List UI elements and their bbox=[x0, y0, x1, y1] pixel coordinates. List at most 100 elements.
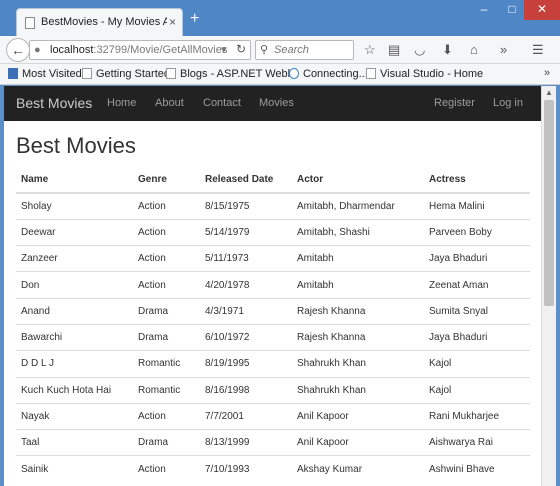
window-border bbox=[556, 86, 560, 486]
nav-home[interactable]: Home bbox=[107, 97, 136, 109]
cell-actress: Ashwini Bhave bbox=[424, 455, 530, 483]
bookmarks-more-icon[interactable]: » bbox=[544, 67, 550, 79]
cell-actress: Kajol bbox=[424, 350, 530, 378]
table-row: Sainik Action 7/10/1993 Akshay Kumar Ashwini… bbox=[16, 455, 530, 483]
site-navbar: Best Movies Home About Contact Movies Re… bbox=[4, 86, 541, 121]
maximize-icon[interactable]: □ bbox=[498, 0, 526, 20]
cell-actress: Hema Malini bbox=[424, 192, 530, 220]
window-titlebar: BestMovies - My Movies A... × + – □ ✕ bbox=[0, 0, 560, 36]
bookmark-visual-studio[interactable]: Visual Studio - Home bbox=[366, 68, 483, 80]
site-brand[interactable]: Best Movies bbox=[16, 95, 92, 111]
nav-register[interactable]: Register bbox=[434, 97, 475, 109]
bookmark-label: Visual Studio - Home bbox=[380, 68, 484, 80]
cell-name: Deewar bbox=[16, 218, 133, 246]
cell-actress: Zeenat Aman bbox=[424, 271, 530, 299]
cell-genre: Romantic bbox=[133, 350, 200, 378]
page-viewport: Best Movies Home About Contact Movies Re… bbox=[4, 86, 541, 486]
cell-actor: Anil Kapoor bbox=[292, 402, 424, 430]
url-dropdown-icon[interactable]: ▾ bbox=[221, 43, 227, 56]
table-row: Deewar Action 5/14/1979 Amitabh, Shashi Parv… bbox=[16, 218, 530, 246]
nav-login[interactable]: Log in bbox=[493, 97, 523, 109]
cell-actor: Akshay Kumar bbox=[292, 455, 424, 483]
cell-actress: Parveen Boby bbox=[424, 218, 530, 246]
url-text[interactable]: localhost:32799/Movie/GetAllMovies bbox=[50, 44, 227, 56]
back-button[interactable]: ← bbox=[6, 38, 30, 62]
cell-released-date: 8/13/1999 bbox=[200, 429, 292, 456]
downloads-icon[interactable]: ⬇ bbox=[442, 42, 453, 58]
overflow-icon[interactable]: » bbox=[500, 42, 507, 57]
cell-name: Kuch Kuch Hota Hai bbox=[16, 376, 133, 404]
col-header-name: Name bbox=[16, 167, 133, 194]
cell-actress: Kajol bbox=[424, 376, 530, 404]
table-row: Sholay Action 8/15/1975 Amitabh, Dharmendar… bbox=[16, 192, 530, 220]
cell-actor: Shahrukh Khan bbox=[292, 350, 424, 378]
cell-released-date: 4/20/1978 bbox=[200, 271, 292, 299]
cell-released-date: 7/10/1993 bbox=[200, 455, 292, 483]
cell-name: D D L J bbox=[16, 350, 133, 378]
cell-actress: Sumita Snyal bbox=[424, 297, 530, 325]
browser-tab[interactable]: BestMovies - My Movies A... × bbox=[16, 8, 183, 36]
bookmarks-toolbar: Most Visited Getting Started Blogs - ASP… bbox=[0, 64, 560, 85]
reading-list-icon[interactable]: ▤ bbox=[388, 42, 400, 58]
nav-contact[interactable]: Contact bbox=[203, 97, 241, 109]
cell-actor: Shahrukh Khan bbox=[292, 376, 424, 404]
cell-actor: Amitabh, Shashi bbox=[292, 218, 424, 246]
nav-movies[interactable]: Movies bbox=[259, 97, 294, 109]
cell-name: Don bbox=[16, 271, 133, 299]
cell-name: Anand bbox=[16, 297, 133, 325]
cell-released-date: 6/10/1972 bbox=[200, 323, 292, 351]
cell-actor: Amitabh, Dharmendar bbox=[292, 192, 424, 220]
cell-released-date: 8/15/1975 bbox=[200, 192, 292, 220]
window-close-icon[interactable]: ✕ bbox=[524, 0, 560, 20]
page-scrollbar[interactable]: ▲ bbox=[541, 86, 556, 486]
home-icon[interactable]: ⌂ bbox=[470, 42, 478, 57]
cell-genre: Action bbox=[133, 271, 200, 299]
url-bar[interactable]: ● localhost:32799/Movie/GetAllMovies ▾ ↻ bbox=[29, 40, 251, 60]
movies-table: Name Genre Released Date Actor Actress S… bbox=[16, 167, 530, 483]
bookmark-label: Getting Started bbox=[96, 68, 170, 80]
bookmark-most-visited[interactable]: Most Visited bbox=[8, 68, 82, 80]
cell-name: Sholay bbox=[16, 192, 133, 220]
bookmark-star-icon[interactable]: ☆ bbox=[364, 42, 376, 58]
pocket-icon[interactable]: ◡ bbox=[414, 42, 425, 58]
ie-icon bbox=[289, 68, 299, 79]
url-path: :32799/Movie/GetAllMovies bbox=[93, 44, 228, 56]
cell-name: Zanzeer bbox=[16, 245, 133, 272]
cell-genre: Action bbox=[133, 245, 200, 272]
cell-actress: Jaya Bhaduri bbox=[424, 323, 530, 351]
bookmark-blogs[interactable]: Blogs - ASP.NET Webl... bbox=[166, 68, 299, 80]
nav-about[interactable]: About bbox=[155, 97, 184, 109]
cell-genre: Drama bbox=[133, 429, 200, 456]
bookmark-label: Blogs - ASP.NET Webl... bbox=[180, 68, 300, 80]
cell-genre: Action bbox=[133, 192, 200, 220]
page-title: Best Movies bbox=[16, 133, 136, 158]
cell-genre: Action bbox=[133, 218, 200, 246]
cell-genre: Drama bbox=[133, 297, 200, 325]
cell-released-date: 8/19/1995 bbox=[200, 350, 292, 378]
cell-actress: Jaya Bhaduri bbox=[424, 245, 530, 272]
table-row: Don Action 4/20/1978 Amitabh Zeenat Aman bbox=[16, 271, 530, 299]
search-input[interactable] bbox=[274, 43, 350, 57]
scroll-up-icon[interactable]: ▲ bbox=[545, 88, 553, 97]
cell-actress: Aishwarya Rai bbox=[424, 429, 530, 456]
new-tab-icon[interactable]: + bbox=[190, 10, 199, 28]
scrollbar-thumb[interactable] bbox=[544, 100, 554, 306]
col-header-released: Released Date bbox=[200, 167, 292, 194]
cell-name: Bawarchi bbox=[16, 323, 133, 351]
table-row: Zanzeer Action 5/11/1973 Amitabh Jaya Bhadur… bbox=[16, 245, 530, 272]
cell-name: Sainik bbox=[16, 455, 133, 483]
table-row: Bawarchi Drama 6/10/1972 Rajesh Khanna Jaya … bbox=[16, 323, 530, 351]
page-favicon-icon bbox=[25, 17, 35, 29]
bookmark-connecting[interactable]: Connecting... bbox=[289, 68, 368, 80]
cell-name: Taal bbox=[16, 429, 133, 456]
bookmark-getting-started[interactable]: Getting Started bbox=[82, 68, 170, 80]
cell-actor: Amitabh bbox=[292, 271, 424, 299]
reload-icon[interactable]: ↻ bbox=[236, 42, 246, 56]
browser-toolbar: ● localhost:32799/Movie/GetAllMovies ▾ ↻… bbox=[0, 36, 560, 64]
cell-actor: Rajesh Khanna bbox=[292, 297, 424, 325]
tab-close-icon[interactable]: × bbox=[169, 15, 176, 29]
minimize-icon[interactable]: – bbox=[470, 0, 498, 20]
search-bar[interactable]: ⚲ bbox=[255, 40, 354, 60]
col-header-genre: Genre bbox=[133, 167, 200, 194]
menu-icon[interactable]: ☰ bbox=[532, 42, 544, 58]
